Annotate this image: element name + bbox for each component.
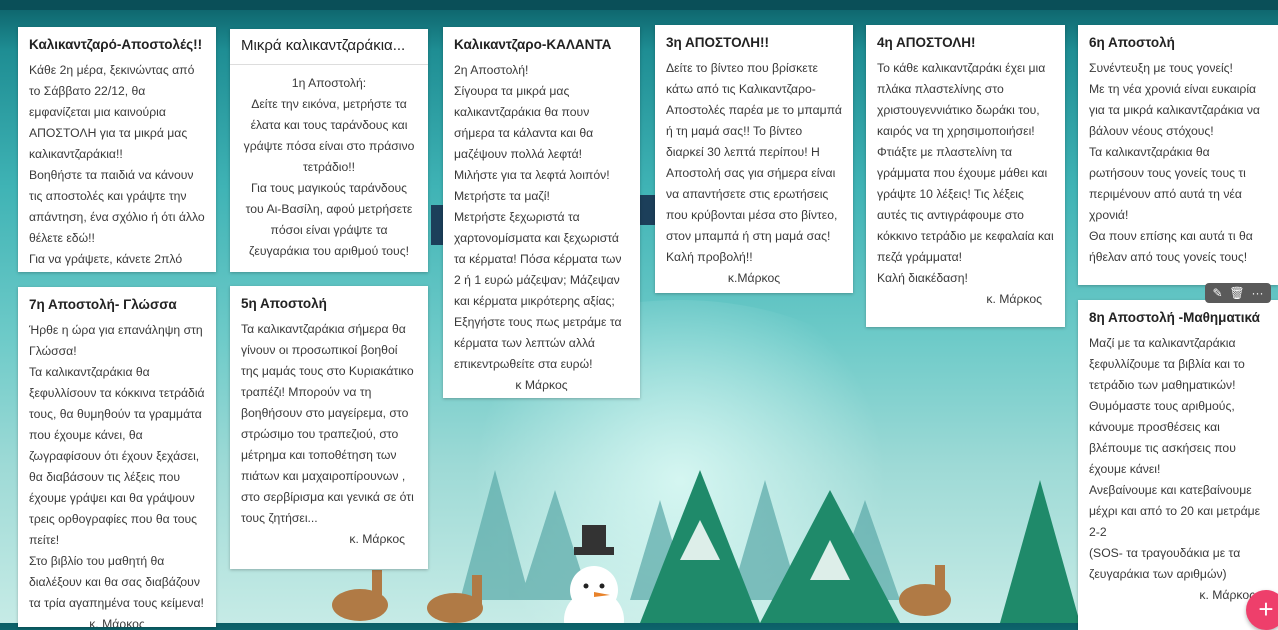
post-signature: κ. Μάρκος <box>349 532 405 546</box>
post-signature: κ. Μάρκος <box>986 292 1042 306</box>
post-signature: κ.Μάρκος <box>727 271 781 285</box>
post-body: Τα καλικαντζαράκια σήμερα θα γίνουν οι π… <box>241 322 414 525</box>
post-toolbar: ✎ 🗑 ··· <box>1205 283 1271 303</box>
post-title: 7η Αποστολή- Γλώσσα <box>29 297 177 312</box>
post-title: 5η Αποστολή <box>241 296 327 311</box>
post-body: Μαζί με τα καλικαντζαράκια ξεφυλλίζουμε … <box>1089 336 1261 581</box>
post-body: 1η Αποστολή: Δείτε την εικόνα, μετρήστε … <box>243 76 415 258</box>
post-title: Καλικαντζαρο-ΚΑΛΑΝΤΑ <box>454 37 612 52</box>
post-signature: κ Μάρκος <box>515 378 568 392</box>
post-body: Συνέντευξη με τους γονείς! Με τη νέα χρο… <box>1089 61 1260 264</box>
post-title: Μικρά καλικαντζαράκια... <box>230 37 428 65</box>
post-card[interactable]: 8η Αποστολή -Μαθηματικά Μαζί με τα καλικ… <box>1078 300 1278 630</box>
post-card[interactable]: 6η Αποστολή Συνέντευξη με τους γονείς! Μ… <box>1078 25 1278 285</box>
post-body: Το κάθε καλικαντζαράκι έχει μια πλάκα πλ… <box>877 61 1054 285</box>
post-card[interactable]: Μικρά καλικαντζαράκια... 1η Αποστολή: Δε… <box>230 29 428 272</box>
post-title: Καλικαντζαρό-Αποστολές!! <box>29 37 203 52</box>
post-title: 3η ΑΠΟΣΤΟΛΗ!! <box>666 35 769 50</box>
post-title: 8η Αποστολή -Μαθηματικά <box>1089 310 1260 325</box>
post-card[interactable]: Καλικαντζαρο-ΚΑΛΑΝΤΑ 2η Αποστολή! Σίγουρ… <box>443 27 640 398</box>
post-card[interactable]: 4η ΑΠΟΣΤΟΛΗ! Το κάθε καλικαντζαράκι έχει… <box>866 25 1065 327</box>
add-post-button[interactable]: + <box>1246 590 1278 630</box>
post-signature: κ. Μάρκος <box>1199 588 1255 602</box>
post-body: Ήρθε η ώρα για επανάληψη στη Γλώσσα! Τα … <box>29 323 205 610</box>
post-title: 6η Αποστολή <box>1089 35 1175 50</box>
post-body: Κάθε 2η μέρα, ξεκινώντας από το Σάββατο … <box>29 63 205 266</box>
post-title: 4η ΑΠΟΣΤΟΛΗ! <box>877 35 976 50</box>
post-card[interactable]: 3η ΑΠΟΣΤΟΛΗ!! Δείτε το βίντεο που βρίσκε… <box>655 25 853 293</box>
more-icon[interactable]: ··· <box>1252 283 1264 303</box>
edit-icon[interactable]: ✎ <box>1212 283 1222 303</box>
post-card[interactable]: Καλικαντζαρό-Αποστολές!! Κάθε 2η μέρα, ξ… <box>18 27 216 272</box>
post-body: 2η Αποστολή! Σίγουρα τα μικρά μας καλικα… <box>454 63 622 371</box>
post-body: Δείτε το βίντεο που βρίσκετε κάτω από τι… <box>666 61 842 264</box>
post-card[interactable]: 7η Αποστολή- Γλώσσα Ήρθε η ώρα για επανά… <box>18 287 216 627</box>
post-signature: κ. Μάρκος <box>89 617 145 627</box>
post-card[interactable]: 5η Αποστολή Τα καλικαντζαράκια σήμερα θα… <box>230 286 428 569</box>
trash-icon[interactable]: 🗑 <box>1229 283 1244 303</box>
